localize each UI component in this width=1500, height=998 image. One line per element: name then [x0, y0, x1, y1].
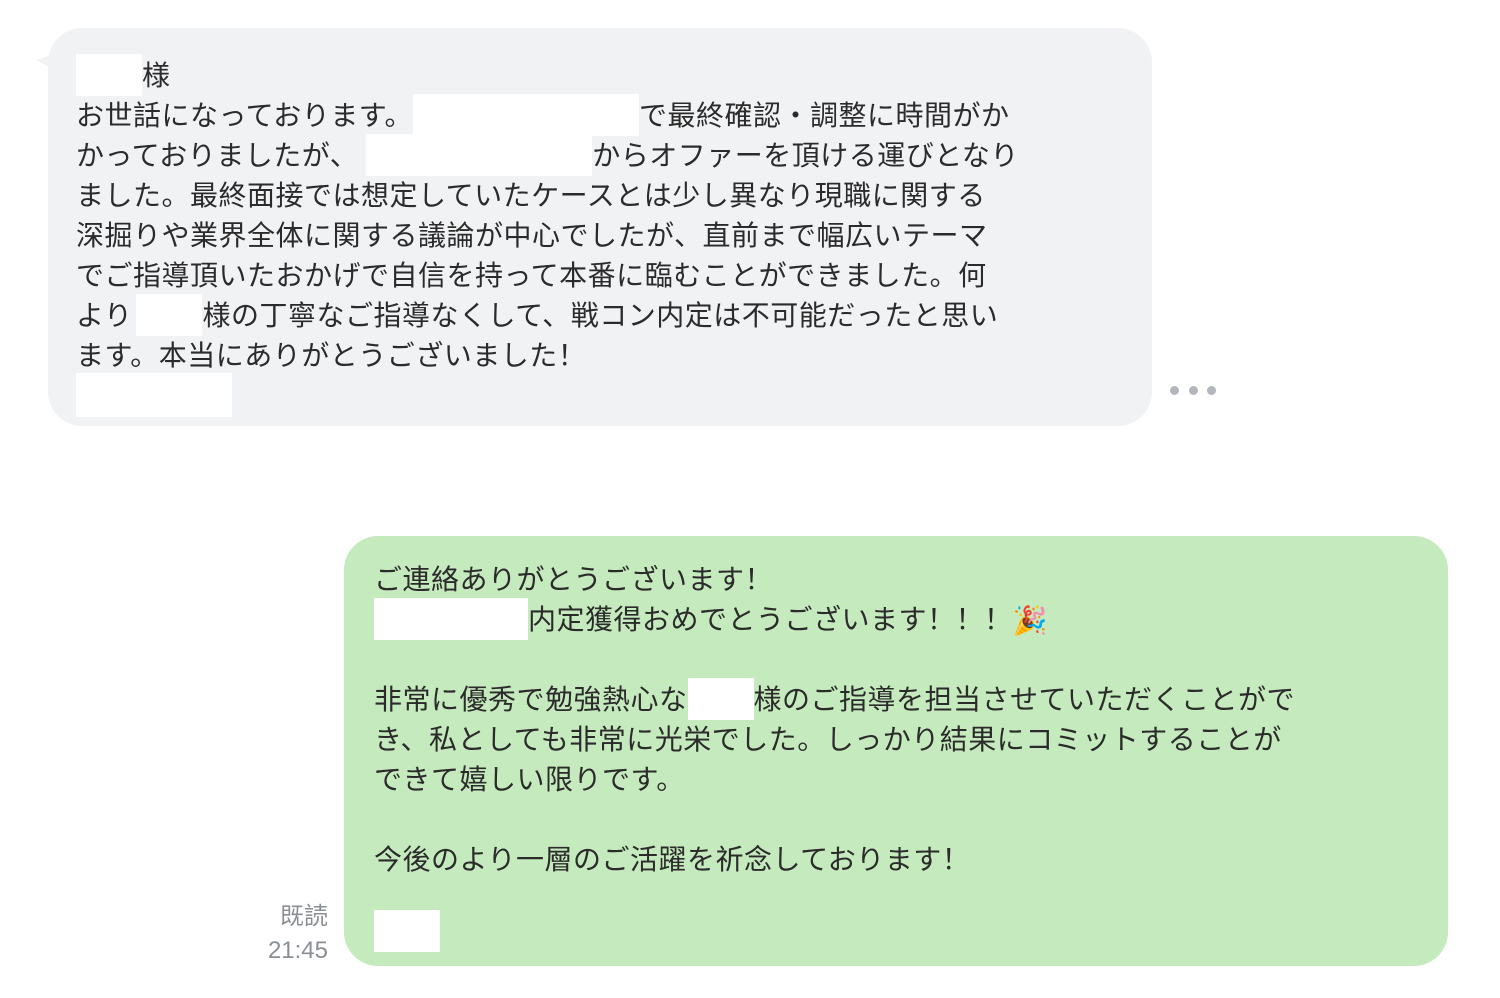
redacted-block [687, 678, 754, 720]
outgoing-line-6: 今後のより一層のご活躍を祈念しております！ [374, 843, 971, 876]
read-status: 既読 21:45 [240, 900, 328, 968]
read-label: 既読 [280, 903, 328, 930]
party-popper-icon: 🎉 [1012, 604, 1048, 637]
chat-view: 様 お世話になっております。 で最終確認・調整に時間がか かっておりましたが、 から… [0, 0, 1500, 998]
outgoing-line-1: ご連絡ありがとうございます！ [374, 563, 774, 596]
outgoing-line-7 [374, 910, 1418, 952]
outgoing-message-bubble[interactable]: ご連絡ありがとうございます！ 内定獲得おめでとうございます！！！🎉 非常に優秀で… [344, 536, 1448, 966]
incoming-line-6: でご指導頂いたおかげで自信を持って本番に臨むことができました。何 [76, 259, 987, 292]
outgoing-line-5: できて嬉しい限りです。 [374, 763, 685, 796]
redacted-signature [76, 373, 232, 417]
outgoing-line-2: 内定獲得おめでとうございます！！！🎉 [374, 598, 1418, 640]
redacted-block [374, 598, 528, 640]
incoming-line-9 [76, 373, 1124, 417]
incoming-line-4: ました。最終面接では想定していたケースとは少し異なり現職に関する [76, 179, 986, 212]
outgoing-line-3: 非常に優秀で勉強熱心な 様のご指導を担当させていただくことがで [374, 678, 1418, 720]
redacted-block [366, 134, 593, 176]
incoming-line-2: お世話になっております。 で最終確認・調整に時間がか [76, 94, 1124, 136]
message-time: 21:45 [267, 937, 328, 964]
redacted-block [136, 294, 203, 336]
redacted-block [76, 54, 142, 96]
incoming-line-5: 深掘りや業界全体に関する議論が中心でしたが、直前まで幅広いテーマ [76, 219, 988, 252]
redacted-block [412, 94, 639, 136]
incoming-line-7: より 様の丁寧なご指導なくして、戦コン内定は不可能だったと思い [76, 294, 1124, 336]
incoming-line-8: ます。本当にありがとうございました！ [76, 339, 587, 372]
incoming-message-bubble[interactable]: 様 お世話になっております。 で最終確認・調整に時間がか かっておりましたが、 から… [48, 28, 1152, 426]
outgoing-line-4: き、私としても非常に光栄でした。しっかり結果にコミットすることが [374, 723, 1282, 756]
incoming-line-1: 様 [76, 54, 1124, 96]
more-horizontal-icon[interactable] [1170, 380, 1216, 400]
redacted-signature [374, 910, 440, 952]
incoming-line-3: かっておりましたが、 からオファーを頂ける運びとなり [76, 134, 1124, 176]
